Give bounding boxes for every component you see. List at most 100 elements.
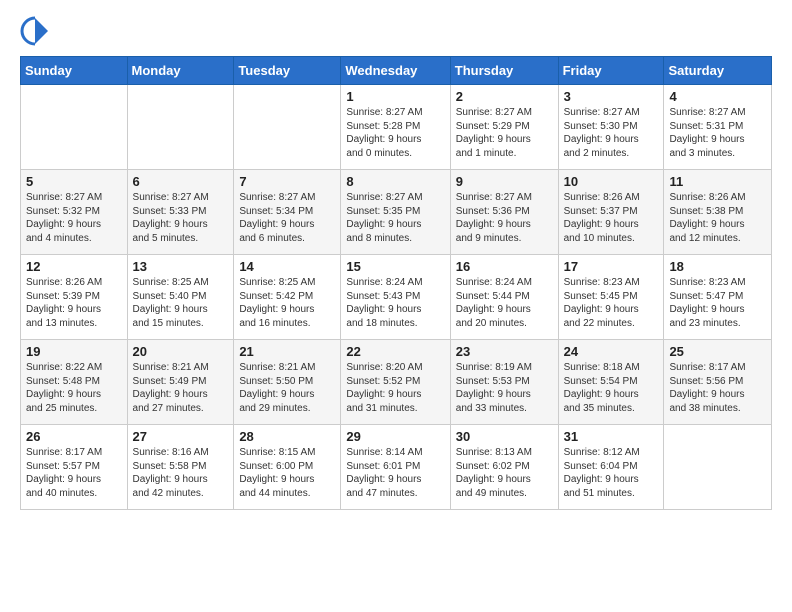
calendar-cell: 17 Sunrise: 8:23 AMSunset: 5:45 PMDayligh… (558, 255, 664, 340)
calendar-cell: 23 Sunrise: 8:19 AMSunset: 5:53 PMDayligh… (450, 340, 558, 425)
calendar-cell: 8 Sunrise: 8:27 AMSunset: 5:35 PMDaylight… (341, 170, 450, 255)
day-number: 9 (456, 174, 553, 189)
day-number: 23 (456, 344, 553, 359)
day-number: 15 (346, 259, 444, 274)
logo (20, 16, 54, 46)
cell-content: Sunrise: 8:24 AMSunset: 5:44 PMDaylight:… (456, 276, 553, 330)
cell-content: Sunrise: 8:18 AMSunset: 5:54 PMDaylight:… (564, 361, 659, 415)
day-number: 14 (239, 259, 335, 274)
cell-content: Sunrise: 8:13 AMSunset: 6:02 PMDaylight:… (456, 446, 553, 500)
day-number: 22 (346, 344, 444, 359)
calendar-week-4: 19Sunrise: 8:22 AMSunset: 5:48 PMDayligh… (21, 340, 772, 425)
cell-content: Sunrise: 8:27 AMSunset: 5:35 PMDaylight:… (346, 191, 444, 245)
cell-content: Sunrise: 8:27 AMSunset: 5:32 PMDaylight:… (26, 191, 122, 245)
calendar-cell (234, 85, 341, 170)
calendar-week-3: 12Sunrise: 8:26 AMSunset: 5:39 PMDayligh… (21, 255, 772, 340)
cell-content: Sunrise: 8:21 AMSunset: 5:50 PMDaylight:… (239, 361, 335, 415)
cell-content: Sunrise: 8:12 AMSunset: 6:04 PMDaylight:… (564, 446, 659, 500)
calendar-cell (21, 85, 128, 170)
calendar-cell: 9 Sunrise: 8:27 AMSunset: 5:36 PMDaylight… (450, 170, 558, 255)
cell-content: Sunrise: 8:25 AMSunset: 5:40 PMDaylight:… (133, 276, 229, 330)
day-number: 20 (133, 344, 229, 359)
cell-content: Sunrise: 8:24 AMSunset: 5:43 PMDaylight:… (346, 276, 444, 330)
cell-content: Sunrise: 8:23 AMSunset: 5:45 PMDaylight:… (564, 276, 659, 330)
cell-content: Sunrise: 8:19 AMSunset: 5:53 PMDaylight:… (456, 361, 553, 415)
logo-icon (20, 16, 50, 46)
cell-content: Sunrise: 8:26 AMSunset: 5:37 PMDaylight:… (564, 191, 659, 245)
weekday-header-sunday: Sunday (21, 57, 128, 85)
day-number: 8 (346, 174, 444, 189)
cell-content: Sunrise: 8:17 AMSunset: 5:56 PMDaylight:… (669, 361, 766, 415)
day-number: 26 (26, 429, 122, 444)
day-number: 16 (456, 259, 553, 274)
calendar-cell: 7 Sunrise: 8:27 AMSunset: 5:34 PMDaylight… (234, 170, 341, 255)
calendar-cell: 26Sunrise: 8:17 AMSunset: 5:57 PMDayligh… (21, 425, 128, 510)
cell-content: Sunrise: 8:22 AMSunset: 5:48 PMDaylight:… (26, 361, 122, 415)
calendar-week-2: 5 Sunrise: 8:27 AMSunset: 5:32 PMDaylight… (21, 170, 772, 255)
cell-content: Sunrise: 8:27 AMSunset: 5:28 PMDaylight:… (346, 106, 444, 160)
cell-content: Sunrise: 8:27 AMSunset: 5:36 PMDaylight:… (456, 191, 553, 245)
weekday-row: SundayMondayTuesdayWednesdayThursdayFrid… (21, 57, 772, 85)
cell-content: Sunrise: 8:20 AMSunset: 5:52 PMDaylight:… (346, 361, 444, 415)
day-number: 11 (669, 174, 766, 189)
calendar-cell: 27 Sunrise: 8:16 AMSunset: 5:58 PMDayligh… (127, 425, 234, 510)
day-number: 24 (564, 344, 659, 359)
cell-content: Sunrise: 8:21 AMSunset: 5:49 PMDaylight:… (133, 361, 229, 415)
header (20, 16, 772, 46)
day-number: 5 (26, 174, 122, 189)
calendar-cell: 28Sunrise: 8:15 AMSunset: 6:00 PMDayligh… (234, 425, 341, 510)
calendar-cell: 12Sunrise: 8:26 AMSunset: 5:39 PMDayligh… (21, 255, 128, 340)
cell-content: Sunrise: 8:14 AMSunset: 6:01 PMDaylight:… (346, 446, 444, 500)
calendar-cell: 5 Sunrise: 8:27 AMSunset: 5:32 PMDaylight… (21, 170, 128, 255)
calendar-cell: 10 Sunrise: 8:26 AMSunset: 5:37 PMDayligh… (558, 170, 664, 255)
day-number: 6 (133, 174, 229, 189)
cell-content: Sunrise: 8:27 AMSunset: 5:33 PMDaylight:… (133, 191, 229, 245)
calendar-cell (127, 85, 234, 170)
cell-content: Sunrise: 8:27 AMSunset: 5:34 PMDaylight:… (239, 191, 335, 245)
calendar-cell: 19Sunrise: 8:22 AMSunset: 5:48 PMDayligh… (21, 340, 128, 425)
cell-content: Sunrise: 8:27 AMSunset: 5:31 PMDaylight:… (669, 106, 766, 160)
calendar-cell: 21Sunrise: 8:21 AMSunset: 5:50 PMDayligh… (234, 340, 341, 425)
day-number: 29 (346, 429, 444, 444)
day-number: 4 (669, 89, 766, 104)
calendar-cell: 14 Sunrise: 8:25 AMSunset: 5:42 PMDayligh… (234, 255, 341, 340)
day-number: 10 (564, 174, 659, 189)
calendar-header: SundayMondayTuesdayWednesdayThursdayFrid… (21, 57, 772, 85)
day-number: 13 (133, 259, 229, 274)
calendar-cell: 31 Sunrise: 8:12 AMSunset: 6:04 PMDayligh… (558, 425, 664, 510)
calendar-cell: 29 Sunrise: 8:14 AMSunset: 6:01 PMDayligh… (341, 425, 450, 510)
calendar-cell: 15 Sunrise: 8:24 AMSunset: 5:43 PMDayligh… (341, 255, 450, 340)
calendar-week-1: 1 Sunrise: 8:27 AMSunset: 5:28 PMDaylight… (21, 85, 772, 170)
cell-content: Sunrise: 8:25 AMSunset: 5:42 PMDaylight:… (239, 276, 335, 330)
day-number: 17 (564, 259, 659, 274)
weekday-header-tuesday: Tuesday (234, 57, 341, 85)
weekday-header-monday: Monday (127, 57, 234, 85)
calendar-cell: 18Sunrise: 8:23 AMSunset: 5:47 PMDayligh… (664, 255, 772, 340)
day-number: 25 (669, 344, 766, 359)
day-number: 7 (239, 174, 335, 189)
cell-content: Sunrise: 8:16 AMSunset: 5:58 PMDaylight:… (133, 446, 229, 500)
calendar-cell: 20 Sunrise: 8:21 AMSunset: 5:49 PMDayligh… (127, 340, 234, 425)
calendar-body: 1 Sunrise: 8:27 AMSunset: 5:28 PMDaylight… (21, 85, 772, 510)
calendar-cell: 22 Sunrise: 8:20 AMSunset: 5:52 PMDayligh… (341, 340, 450, 425)
calendar-cell: 30 Sunrise: 8:13 AMSunset: 6:02 PMDayligh… (450, 425, 558, 510)
day-number: 31 (564, 429, 659, 444)
weekday-header-friday: Friday (558, 57, 664, 85)
cell-content: Sunrise: 8:15 AMSunset: 6:00 PMDaylight:… (239, 446, 335, 500)
calendar-cell: 1 Sunrise: 8:27 AMSunset: 5:28 PMDaylight… (341, 85, 450, 170)
day-number: 3 (564, 89, 659, 104)
calendar-cell: 6 Sunrise: 8:27 AMSunset: 5:33 PMDaylight… (127, 170, 234, 255)
calendar-week-5: 26Sunrise: 8:17 AMSunset: 5:57 PMDayligh… (21, 425, 772, 510)
calendar-cell (664, 425, 772, 510)
cell-content: Sunrise: 8:27 AMSunset: 5:29 PMDaylight:… (456, 106, 553, 160)
day-number: 30 (456, 429, 553, 444)
day-number: 27 (133, 429, 229, 444)
day-number: 1 (346, 89, 444, 104)
page: SundayMondayTuesdayWednesdayThursdayFrid… (0, 0, 792, 526)
day-number: 18 (669, 259, 766, 274)
calendar-cell: 11 Sunrise: 8:26 AMSunset: 5:38 PMDayligh… (664, 170, 772, 255)
weekday-header-saturday: Saturday (664, 57, 772, 85)
day-number: 12 (26, 259, 122, 274)
calendar-cell: 24 Sunrise: 8:18 AMSunset: 5:54 PMDayligh… (558, 340, 664, 425)
cell-content: Sunrise: 8:26 AMSunset: 5:38 PMDaylight:… (669, 191, 766, 245)
